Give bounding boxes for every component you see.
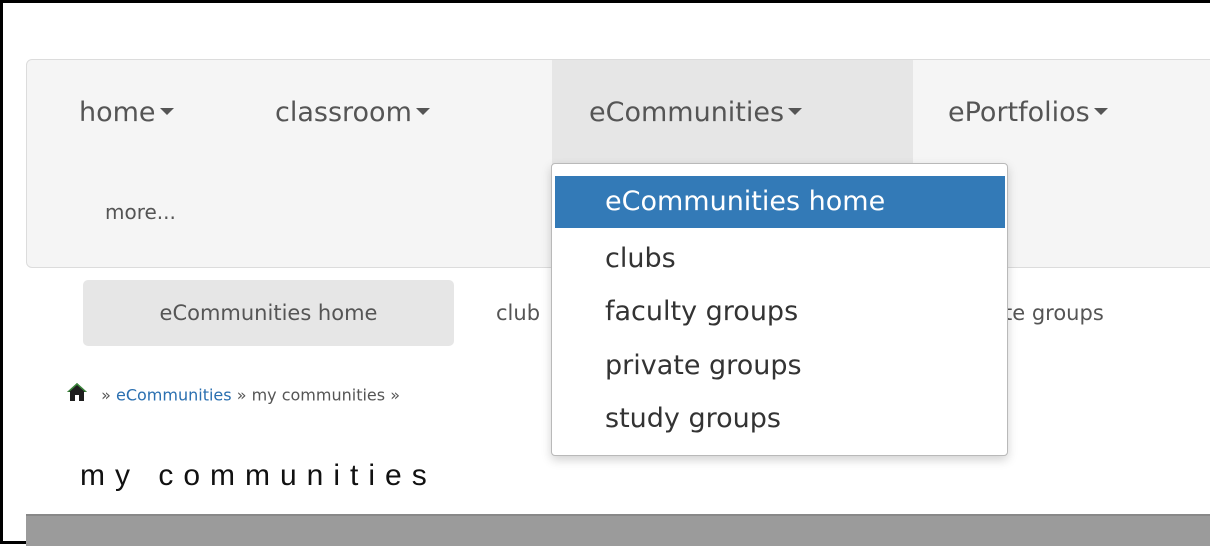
nav-eportfolios-label: ePortfolios (948, 97, 1090, 128)
nav-classroom-label: classroom (275, 97, 412, 128)
nav-home[interactable]: home (79, 60, 174, 165)
nav-more[interactable]: more... (105, 200, 176, 224)
dropdown-item-private-groups[interactable]: private groups (555, 340, 1005, 392)
breadcrumb-current: my communities » (251, 385, 400, 405)
nav-ecommunities[interactable]: eCommunities (552, 60, 913, 165)
subnav-ecommunities-home[interactable]: eCommunities home (83, 280, 454, 346)
ecommunities-dropdown-menu: eCommunities home clubs faculty groups p… (551, 163, 1008, 456)
breadcrumb-separator: » (236, 385, 247, 405)
nav-classroom[interactable]: classroom (275, 60, 430, 165)
caret-down-icon (415, 108, 430, 115)
dropdown-item-clubs[interactable]: clubs (555, 233, 1005, 285)
caret-down-icon (788, 108, 803, 115)
nav-eportfolios[interactable]: ePortfolios (948, 60, 1108, 165)
breadcrumb-link-ecommunities[interactable]: eCommunities (116, 386, 232, 405)
breadcrumb-separator: » (101, 385, 111, 405)
content-header-bar (26, 514, 1210, 546)
subnav-private-groups[interactable]: te groups (1004, 280, 1104, 346)
caret-down-icon (159, 108, 174, 115)
dropdown-item-ecommunities-home[interactable]: eCommunities home (555, 176, 1005, 228)
caret-down-icon (1093, 108, 1108, 115)
subnav-clubs[interactable]: club (496, 280, 540, 346)
nav-home-label: home (79, 97, 156, 128)
nav-ecommunities-label: eCommunities (589, 97, 785, 128)
page-title: my communities (80, 459, 437, 492)
breadcrumb: » eCommunities » my communities » (66, 382, 400, 408)
home-icon[interactable] (66, 382, 88, 406)
dropdown-item-study-groups[interactable]: study groups (555, 393, 1005, 445)
dropdown-item-faculty-groups[interactable]: faculty groups (555, 286, 1005, 338)
